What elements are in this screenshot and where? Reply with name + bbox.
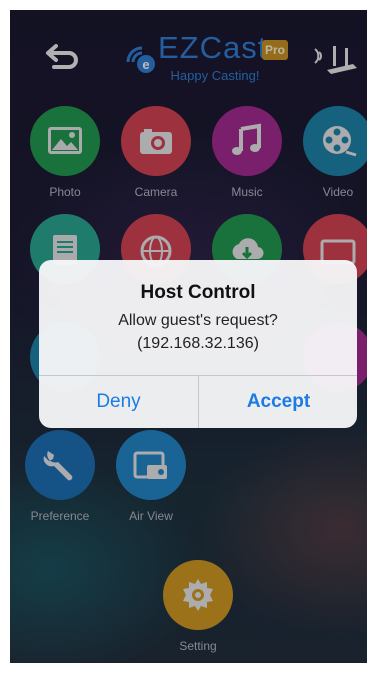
dialog-message: Allow guest's request? [118, 312, 278, 329]
deny-button[interactable]: Deny [39, 376, 198, 428]
accept-button[interactable]: Accept [199, 376, 357, 428]
dialog-ip-address: (192.168.32.136) [137, 335, 259, 352]
host-control-dialog: Host Control Allow guest's request? (192… [39, 260, 357, 428]
dialog-title: Host Control [140, 282, 256, 303]
app-screen: e EZCast Pro Happy Casting! Photo Camera… [10, 10, 367, 663]
